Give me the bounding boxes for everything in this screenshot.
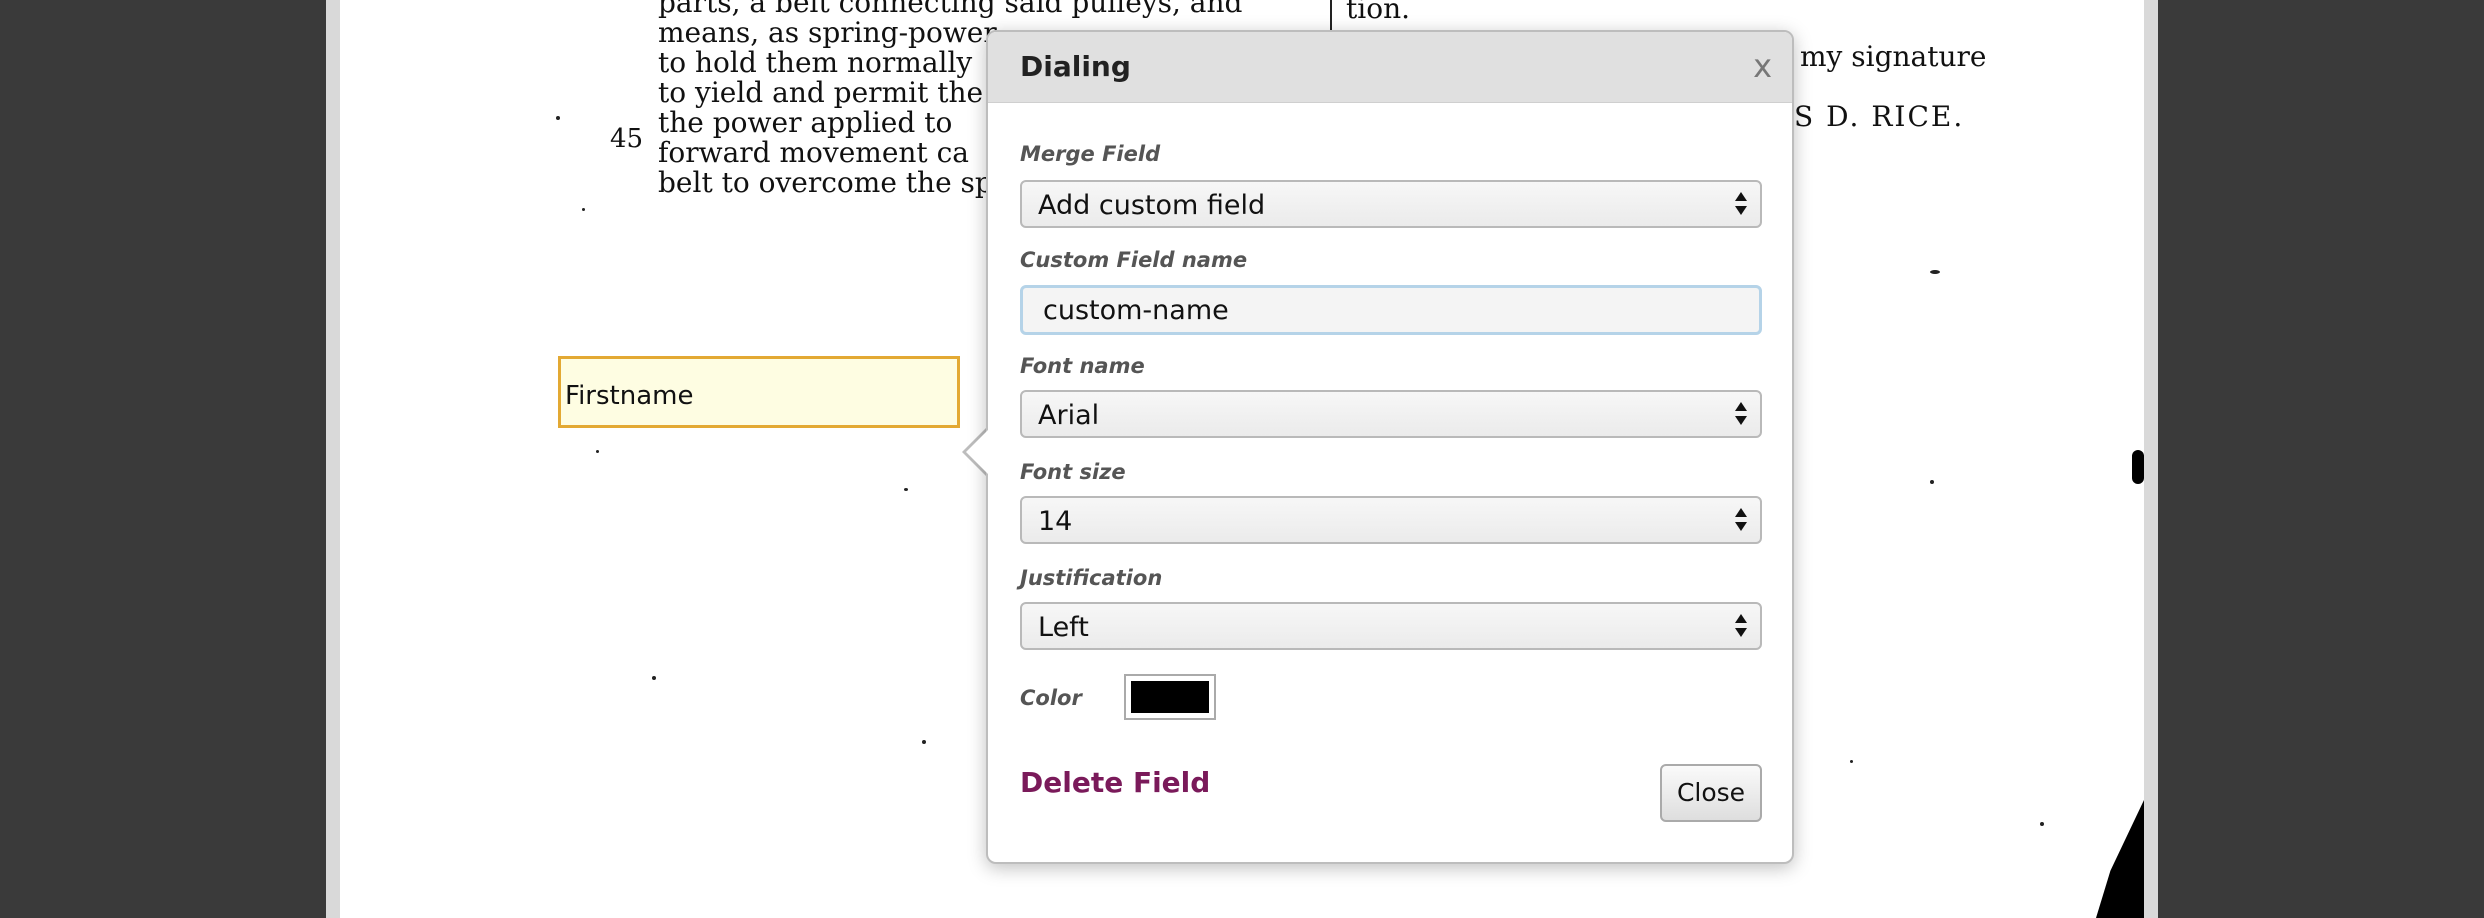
color-swatch-fill (1131, 681, 1209, 713)
scan-speck (556, 116, 560, 120)
select-arrows-icon (1734, 506, 1748, 534)
document-right-line: tion. (1346, 0, 1410, 25)
firstname-merge-field[interactable]: Firstname (558, 356, 960, 428)
delete-field-link[interactable]: Delete Field (1020, 766, 1210, 799)
scan-speck (1930, 480, 1934, 484)
scan-speck (922, 740, 926, 744)
scan-blot (2132, 450, 2144, 484)
custom-field-name-input[interactable]: custom-name (1020, 285, 1762, 335)
justification-select[interactable]: Left (1020, 602, 1762, 650)
field-properties-dialog: Dialing x Merge Field Add custom field C… (986, 30, 1794, 864)
color-label: Color (1020, 686, 1082, 710)
page-edge-left (326, 0, 340, 918)
scan-speck (1850, 760, 1853, 763)
scan-speck (904, 488, 908, 491)
merge-field-select[interactable]: Add custom field (1020, 180, 1762, 228)
scan-speck (582, 208, 585, 211)
font-name-label: Font name (1020, 354, 1145, 378)
dialog-header: Dialing x (988, 32, 1792, 103)
document-right-line: S D. RICE. (1794, 100, 1965, 133)
merge-field-select-value: Add custom field (1038, 190, 1266, 221)
document-right-line: my signature (1800, 40, 1987, 73)
merge-field-label: Merge Field (1020, 142, 1161, 166)
select-arrows-icon (1734, 612, 1748, 640)
justification-label: Justification (1020, 566, 1163, 590)
close-x-icon[interactable]: x (1753, 46, 1772, 86)
font-name-select[interactable]: Arial (1020, 390, 1762, 438)
select-arrows-icon (1734, 190, 1748, 218)
font-size-select-value: 14 (1038, 506, 1073, 537)
close-button[interactable]: Close (1660, 764, 1762, 822)
font-name-select-value: Arial (1038, 400, 1100, 431)
font-size-label: Font size (1020, 460, 1126, 484)
scan-speck (596, 450, 599, 453)
justification-select-value: Left (1038, 612, 1089, 643)
scan-speck (1930, 270, 1940, 274)
page-edge-right (2144, 0, 2158, 918)
select-arrows-icon (1734, 400, 1748, 428)
color-picker-swatch[interactable] (1124, 674, 1216, 720)
scan-speck (2040, 822, 2044, 826)
dialog-title: Dialing (1020, 50, 1131, 83)
popover-arrow-fill (966, 430, 988, 474)
custom-field-name-label: Custom Field name (1020, 248, 1248, 272)
document-line-number: 45 (610, 124, 644, 154)
scan-speck (652, 676, 656, 680)
font-size-select[interactable]: 14 (1020, 496, 1762, 544)
